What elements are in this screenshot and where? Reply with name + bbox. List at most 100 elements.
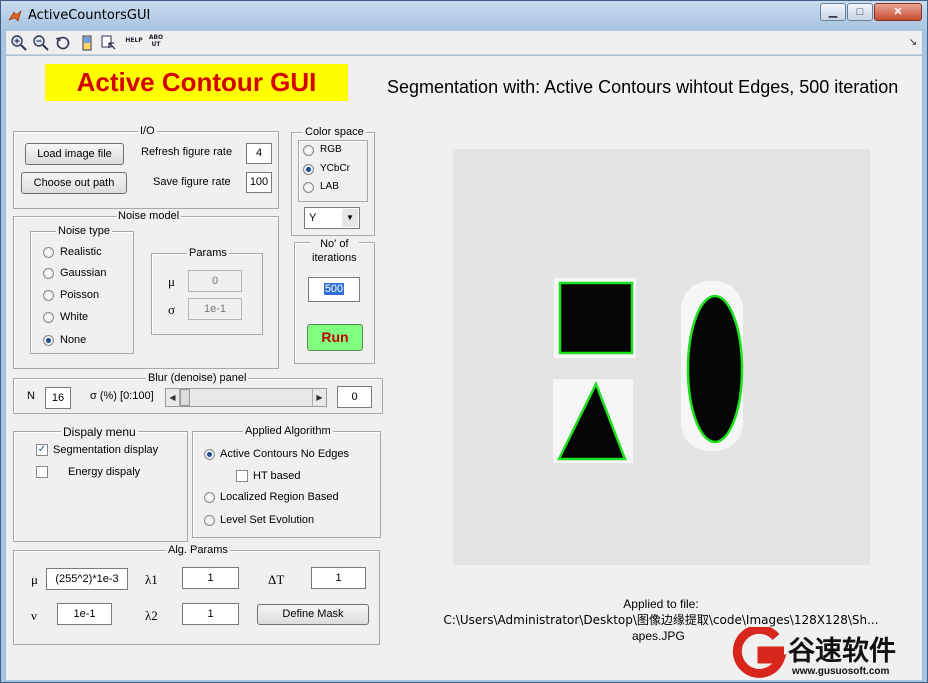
blur-sigma-input[interactable]: 0	[337, 386, 372, 408]
lambda1-input[interactable]: 1	[182, 567, 239, 589]
colorbar-icon[interactable]	[78, 34, 96, 52]
lambda2-input[interactable]: 1	[182, 603, 239, 625]
localized-label: Localized Region Based	[220, 491, 339, 503]
ellipse-contour	[686, 294, 744, 444]
energy-display-checkbox[interactable]	[36, 466, 48, 478]
blur-panel: Blur (denoise) panel N 16 σ (%) [0:100] …	[13, 372, 383, 414]
alg-mu-symbol: μ	[31, 572, 38, 587]
radio-white[interactable]	[43, 312, 54, 323]
radio-realistic[interactable]	[43, 247, 54, 258]
slider-left-arrow-icon[interactable]: ◀	[166, 389, 180, 406]
blur-title: Blur (denoise) panel	[146, 372, 249, 384]
segmentation-title: Segmentation with: Active Contours wihto…	[387, 77, 899, 97]
display-title: Dispaly menu	[61, 425, 138, 439]
save-rate-input[interactable]: 100	[246, 172, 272, 193]
about-icon-bottom: UT	[151, 41, 161, 48]
zoom-out-icon[interactable]	[32, 34, 50, 52]
radio-ycbcr[interactable]	[303, 164, 314, 175]
maximize-button[interactable]: □	[847, 3, 873, 21]
segmentation-display-checkbox[interactable]: ✓	[36, 444, 48, 456]
params-panel: Params	[151, 247, 263, 335]
minimize-button[interactable]: ▁	[820, 3, 846, 21]
energy-display-label: Energy dispaly	[68, 466, 141, 478]
figure-area: Active Contour GUI Segmentation with: Ac…	[6, 56, 922, 680]
radio-none[interactable]	[43, 335, 54, 346]
rgb-label: RGB	[320, 144, 342, 155]
about-icon-top: ABO	[148, 34, 164, 41]
nu-symbol: ν	[31, 608, 37, 623]
app-window: ActiveCountorsGUI ▁ □ ✕ HELP ABO UT ↘ Act…	[0, 0, 928, 683]
iterations-panel: No' of iterations 500 Run	[294, 237, 375, 364]
radio-poisson[interactable]	[43, 290, 54, 301]
level-set-label: Level Set Evolution	[220, 514, 315, 526]
alg-params-panel: Alg. Params μ (255^2)*1e-3 λ1 1 ΔT 1 ν 1…	[13, 544, 380, 645]
alg-mu-input[interactable]: (255^2)*1e-3	[46, 568, 128, 590]
lambda1-symbol: λ1	[145, 572, 158, 587]
help-icon[interactable]: HELP	[123, 37, 145, 55]
slider-thumb[interactable]	[180, 389, 190, 406]
gui-title: Active Contour GUI	[45, 64, 348, 101]
noise-model-title: Noise model	[116, 210, 182, 222]
define-mask-button[interactable]: Define Mask	[257, 604, 369, 625]
title-bar: ActiveCountorsGUI ▁ □ ✕	[1, 1, 927, 31]
color-space-panel: Color space RGB YCbCr LAB Y ▼	[291, 126, 375, 236]
params-title: Params	[187, 247, 229, 259]
radio-rgb[interactable]	[303, 145, 314, 156]
segmentation-image	[553, 278, 744, 463]
dock-icon[interactable]: ↘	[904, 34, 922, 52]
watermark: 谷速软件 www.gusuosoft.com	[732, 627, 922, 679]
brand-logo-icon	[732, 627, 787, 678]
algorithm-panel: Applied Algorithm Active Contours No Edg…	[192, 425, 381, 538]
noise-mu-input[interactable]: 0	[188, 270, 242, 292]
refresh-rate-input[interactable]: 4	[246, 143, 272, 164]
data-cursor-icon[interactable]	[100, 34, 118, 52]
slider-right-arrow-icon[interactable]: ▶	[312, 389, 326, 406]
alg-params-title: Alg. Params	[166, 544, 230, 556]
about-icon[interactable]: ABO UT	[147, 34, 165, 52]
image-axes[interactable]	[453, 149, 870, 565]
brand-name: 谷速软件	[788, 636, 896, 667]
iterations-input[interactable]: 500	[308, 277, 360, 302]
radio-acwe[interactable]	[204, 449, 215, 460]
acwe-label: Active Contours No Edges	[220, 448, 350, 460]
save-rate-label: Save figure rate	[153, 176, 231, 188]
iterations-title-line1: No' of	[320, 238, 349, 250]
delta-t-symbol: ΔT	[268, 572, 285, 587]
file-info-label: Applied to file:	[623, 597, 699, 611]
channel-select[interactable]: Y ▼	[304, 207, 360, 229]
choose-out-path-button[interactable]: Choose out path	[21, 172, 127, 194]
white-label: White	[60, 311, 89, 323]
delta-t-input[interactable]: 1	[311, 567, 366, 589]
rotate-icon[interactable]	[54, 34, 72, 52]
blur-slider[interactable]: ◀ ▶	[165, 388, 327, 407]
display-panel: Dispaly menu ✓ Segmentation display Ener…	[13, 425, 188, 542]
iterations-value: 500	[323, 283, 345, 295]
none-label: None	[60, 334, 87, 346]
radio-lab[interactable]	[303, 182, 314, 193]
blur-sigma-label: σ (%) [0:100]	[90, 390, 154, 402]
iterations-title: No' of iterations	[310, 237, 359, 265]
load-image-button[interactable]: Load image file	[25, 143, 124, 165]
close-button[interactable]: ✕	[874, 3, 922, 21]
noise-sigma-symbol: σ	[168, 302, 176, 317]
zoom-in-icon[interactable]	[10, 34, 28, 52]
segmentation-display-label: Segmentation display	[53, 444, 159, 456]
run-button[interactable]: Run	[307, 324, 363, 351]
nu-input[interactable]: 1e-1	[57, 603, 112, 625]
ycbcr-label: YCbCr	[320, 163, 351, 174]
noise-sigma-input[interactable]: 1e-1	[188, 298, 242, 320]
radio-localized[interactable]	[204, 492, 215, 503]
blur-n-label: N	[27, 390, 35, 402]
chevron-down-icon: ▼	[342, 209, 358, 227]
io-panel: I/O Load image file Choose out path Refr…	[13, 125, 279, 209]
file-path: C:\Users\Administrator\Desktop\图像边缘提取\co…	[443, 613, 879, 627]
channel-value: Y	[309, 212, 317, 224]
noise-type-title: Noise type	[56, 225, 112, 237]
color-space-title: Color space	[303, 126, 366, 138]
poisson-label: Poisson	[60, 289, 100, 301]
blur-n-input[interactable]: 16	[45, 387, 71, 409]
ht-based-label: HT based	[253, 470, 301, 482]
radio-level-set[interactable]	[204, 515, 215, 526]
ht-based-checkbox[interactable]	[236, 470, 248, 482]
radio-gaussian[interactable]	[43, 268, 54, 279]
